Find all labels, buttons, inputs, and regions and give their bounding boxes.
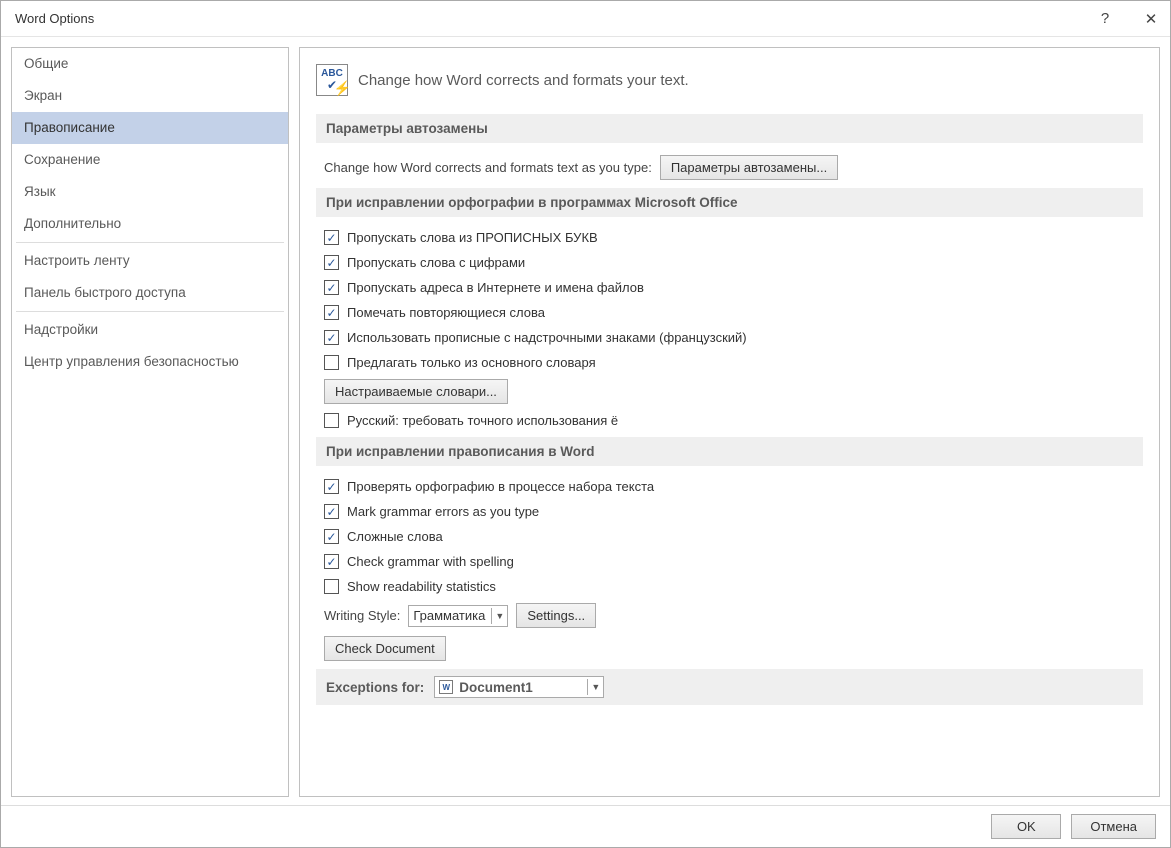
sidebar-item-qat[interactable]: Панель быстрого доступа — [12, 277, 288, 309]
sidebar-item-language[interactable]: Язык — [12, 176, 288, 208]
checkbox-ignore-numbers[interactable] — [324, 255, 339, 270]
window-title: Word Options — [15, 11, 94, 26]
label-flag-repeats: Помечать повторяющиеся слова — [347, 305, 545, 320]
section-spell-word-title: При исправлении правописания в Word — [316, 437, 1143, 466]
checkbox-compound-words[interactable] — [324, 529, 339, 544]
section-exceptions: Exceptions for: W Document1 ▼ — [316, 669, 1143, 705]
exceptions-label: Exceptions for: — [326, 680, 424, 695]
label-check-spelling: Проверять орфографию в процессе набора т… — [347, 479, 654, 494]
checkbox-flag-repeats[interactable] — [324, 305, 339, 320]
autocorrect-options-button[interactable]: Параметры автозамены... — [660, 155, 838, 180]
label-russian-yo: Русский: требовать точного использования… — [347, 413, 618, 428]
custom-dictionaries-button[interactable]: Настраиваемые словари... — [324, 379, 508, 404]
help-icon[interactable]: ? — [1094, 10, 1116, 27]
main-panel: ABC✔⚡ Change how Word corrects and forma… — [299, 47, 1160, 797]
section-autocorrect-title: Параметры автозамены — [316, 114, 1143, 143]
label-mark-grammar: Mark grammar errors as you type — [347, 504, 539, 519]
label-grammar-with-spelling: Check grammar with spelling — [347, 554, 514, 569]
proofing-icon: ABC✔⚡ — [316, 64, 348, 96]
label-compound-words: Сложные слова — [347, 529, 443, 544]
sidebar-item-addins[interactable]: Надстройки — [12, 314, 288, 346]
writing-style-value: Грамматика — [413, 608, 485, 623]
sidebar-item-save[interactable]: Сохранение — [12, 144, 288, 176]
sidebar-item-display[interactable]: Экран — [12, 80, 288, 112]
sidebar-item-proofing[interactable]: Правописание — [12, 112, 288, 144]
checkbox-mark-grammar[interactable] — [324, 504, 339, 519]
checkbox-ignore-urls[interactable] — [324, 280, 339, 295]
dialog-footer: OK Отмена — [1, 805, 1170, 847]
checkbox-french-accents[interactable] — [324, 330, 339, 345]
writing-style-select[interactable]: Грамматика ▼ — [408, 605, 508, 627]
document-icon: W — [439, 680, 453, 694]
grammar-settings-button[interactable]: Settings... — [516, 603, 596, 628]
label-main-dict-only: Предлагать только из основного словаря — [347, 355, 596, 370]
page-header: Change how Word corrects and formats you… — [358, 72, 689, 89]
ok-button[interactable]: OK — [991, 814, 1061, 839]
checkbox-readability[interactable] — [324, 579, 339, 594]
checkbox-ignore-uppercase[interactable] — [324, 230, 339, 245]
label-french-accents: Использовать прописные с надстрочными зн… — [347, 330, 747, 345]
sidebar-item-trust-center[interactable]: Центр управления безопасностью — [12, 346, 288, 378]
title-bar: Word Options ? ✕ — [1, 1, 1170, 37]
exceptions-document-select[interactable]: W Document1 ▼ — [434, 676, 604, 698]
checkbox-check-spelling[interactable] — [324, 479, 339, 494]
sidebar-item-customize-ribbon[interactable]: Настроить ленту — [12, 245, 288, 277]
chevron-down-icon: ▼ — [491, 608, 503, 624]
cancel-button[interactable]: Отмена — [1071, 814, 1156, 839]
label-ignore-uppercase: Пропускать слова из ПРОПИСНЫХ БУКВ — [347, 230, 598, 245]
section-spell-office-title: При исправлении орфографии в программах … — [316, 188, 1143, 217]
label-ignore-urls: Пропускать адреса в Интернете и имена фа… — [347, 280, 644, 295]
sidebar-item-general[interactable]: Общие — [12, 48, 288, 80]
label-ignore-numbers: Пропускать слова с цифрами — [347, 255, 525, 270]
label-readability: Show readability statistics — [347, 579, 496, 594]
checkbox-main-dict-only[interactable] — [324, 355, 339, 370]
close-icon[interactable]: ✕ — [1140, 10, 1162, 28]
chevron-down-icon: ▼ — [587, 679, 599, 695]
check-document-button[interactable]: Check Document — [324, 636, 446, 661]
checkbox-russian-yo[interactable] — [324, 413, 339, 428]
exceptions-document-value: Document1 — [459, 680, 581, 695]
writing-style-label: Writing Style: — [324, 608, 400, 623]
checkbox-grammar-with-spelling[interactable] — [324, 554, 339, 569]
sidebar: Общие Экран Правописание Сохранение Язык… — [11, 47, 289, 797]
autocorrect-descr: Change how Word corrects and formats tex… — [324, 160, 652, 175]
sidebar-item-advanced[interactable]: Дополнительно — [12, 208, 288, 240]
